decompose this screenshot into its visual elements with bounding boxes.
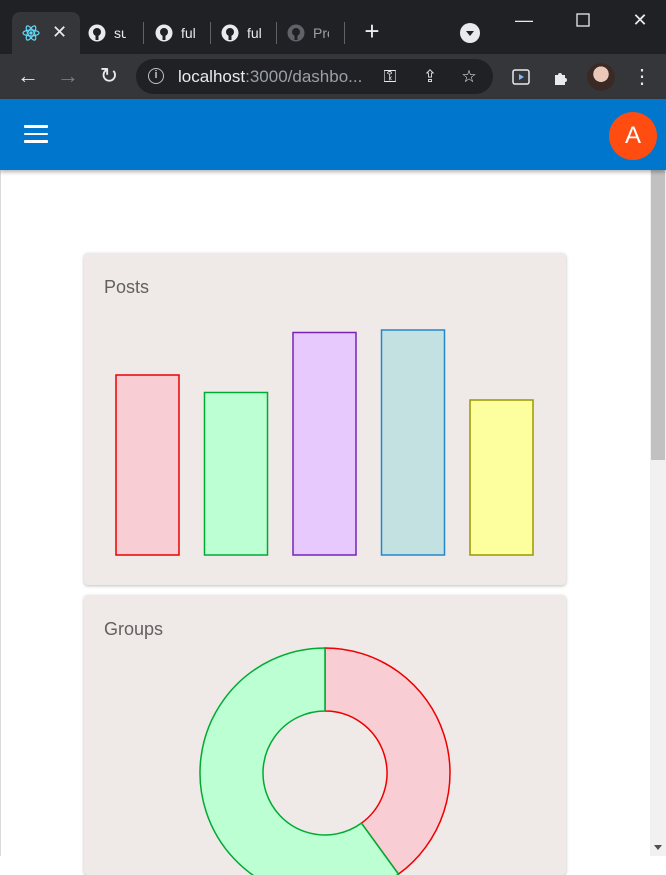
browser-tab-strip: ✕ su ful ful Pro + — ✕	[0, 0, 666, 54]
tab-title: Pro	[313, 25, 329, 41]
close-tab-icon[interactable]: ✕	[52, 22, 67, 43]
scrollbar-thumb[interactable]	[651, 170, 665, 460]
address-bar[interactable]: i localhost:3000/dashbo... ⚿ ⇪ ☆	[136, 59, 493, 94]
profile-avatar[interactable]	[587, 63, 615, 91]
window-close-icon[interactable]: ✕	[628, 8, 652, 32]
bar-2[interactable]	[203, 391, 269, 556]
browser-toolbar: ← → ↻ i localhost:3000/dashbo... ⚿ ⇪ ☆ ⋮	[0, 54, 666, 99]
bar-1[interactable]	[115, 374, 180, 556]
posts-card: Posts	[84, 253, 566, 585]
key-icon[interactable]: ⚿	[380, 67, 400, 87]
maximize-icon[interactable]	[571, 8, 595, 32]
scroll-down-arrow-icon[interactable]	[654, 845, 662, 850]
tab-github-3[interactable]: ful	[221, 12, 277, 54]
tab-separator	[344, 22, 345, 44]
user-avatar[interactable]: A	[609, 112, 657, 160]
groups-donut-chart	[199, 647, 451, 875]
menu-icon[interactable]	[24, 125, 48, 143]
tab-separator	[210, 22, 211, 44]
forward-arrow-icon[interactable]: →	[54, 62, 82, 90]
extensions-icon[interactable]	[550, 66, 572, 88]
reload-icon[interactable]: ↻	[95, 62, 123, 90]
tab-search-icon[interactable]	[460, 23, 480, 43]
github-icon	[221, 24, 239, 42]
bar-3[interactable]	[292, 331, 357, 556]
new-tab-icon[interactable]: +	[360, 18, 384, 44]
tab-title: ful	[247, 25, 262, 41]
github-icon	[155, 24, 173, 42]
media-control-icon[interactable]	[510, 66, 532, 88]
github-icon	[287, 24, 305, 42]
star-icon[interactable]: ☆	[459, 67, 479, 87]
tab-title: su	[114, 25, 126, 41]
site-info-icon[interactable]: i	[148, 68, 164, 84]
url-text[interactable]: localhost:3000/dashbo...	[178, 67, 362, 87]
tab-separator	[276, 22, 277, 44]
share-icon[interactable]: ⇪	[420, 67, 440, 87]
react-icon	[22, 24, 40, 42]
tab-github-2[interactable]: ful	[155, 12, 211, 54]
browser-menu-icon[interactable]: ⋮	[632, 64, 652, 90]
tab-title: ful	[181, 25, 196, 41]
tab-separator	[143, 22, 144, 44]
github-icon	[88, 24, 106, 42]
groups-card: Groups	[84, 595, 566, 875]
minimize-icon[interactable]: —	[512, 8, 536, 32]
bar-5[interactable]	[469, 399, 534, 556]
tab-github-4[interactable]: Pro	[287, 12, 345, 54]
back-arrow-icon[interactable]: ←	[14, 62, 42, 90]
app-bar: A	[0, 99, 666, 170]
tab-react-app[interactable]: ✕	[12, 12, 80, 54]
tab-github-1[interactable]: su	[88, 12, 144, 54]
bar-4[interactable]	[380, 329, 446, 556]
posts-bar-chart	[115, 329, 534, 556]
page-scrollbar[interactable]	[650, 170, 666, 856]
